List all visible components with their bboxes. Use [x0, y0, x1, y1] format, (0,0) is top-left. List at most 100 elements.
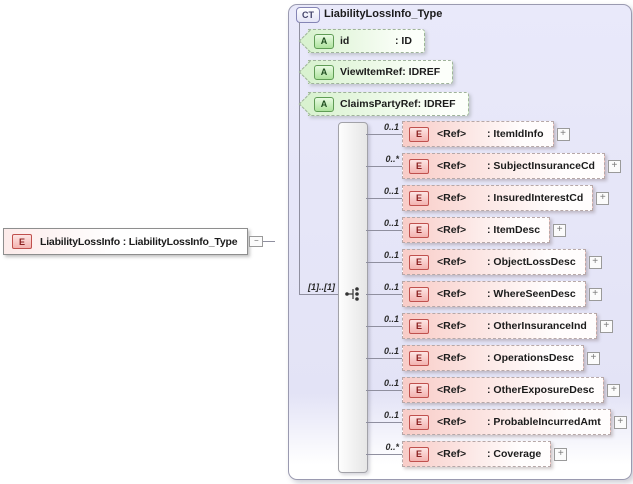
- cardinality-label: 0..1: [383, 314, 399, 324]
- element-name-label: : Coverage: [487, 448, 542, 460]
- connector-line: [366, 230, 402, 231]
- element-ref-box[interactable]: E <Ref> : WhereSeenDesc: [402, 281, 586, 307]
- cardinality-label: 0..*: [385, 442, 399, 452]
- element-ref-label: <Ref>: [437, 320, 467, 332]
- expand-button[interactable]: +: [588, 287, 602, 301]
- element-name-label: : OperationsDesc: [487, 352, 574, 364]
- expand-button[interactable]: +: [554, 447, 568, 461]
- attribute-name: id: [340, 35, 350, 47]
- expand-button[interactable]: +: [599, 319, 613, 333]
- element-icon: E: [409, 382, 429, 398]
- cardinality-label: 0..1: [383, 218, 399, 228]
- element-name-label: : InsuredInterestCd: [487, 192, 584, 204]
- connector-line: [366, 358, 402, 359]
- cardinality-label: 0..1: [383, 250, 399, 260]
- cardinality-label: 0..1: [383, 410, 399, 420]
- connector-line: [366, 166, 402, 167]
- root-element-label: LiabilityLossInfo : LiabilityLossInfo_Ty…: [40, 235, 238, 248]
- element-ref-box[interactable]: E <Ref> : ItemIdInfo: [402, 121, 554, 147]
- cardinality-label: 0..1: [383, 122, 399, 132]
- element-name-label: : OtherInsuranceInd: [487, 320, 587, 332]
- element-ref-label: <Ref>: [437, 160, 467, 172]
- element-name-label: : SubjectInsuranceCd: [487, 160, 595, 172]
- element-icon: E: [409, 222, 429, 238]
- element-ref-label: <Ref>: [437, 128, 467, 140]
- element-ref-box[interactable]: E <Ref> : ItemDesc: [402, 217, 551, 243]
- sequence-icon: [345, 287, 359, 301]
- element-icon: E: [409, 126, 429, 142]
- connector-line: [366, 390, 402, 391]
- attribute-icon: A: [314, 96, 334, 112]
- attribute-type: : IDREF: [402, 66, 441, 78]
- element-ref-box[interactable]: E <Ref> : SubjectInsuranceCd: [402, 153, 605, 179]
- complex-type-title: LiabilityLossInfo_Type: [324, 8, 443, 20]
- element-ref-label: <Ref>: [437, 224, 467, 236]
- element-ref-box[interactable]: E <Ref> : Coverage: [402, 441, 552, 467]
- connector-line: [366, 134, 402, 135]
- connector-line: [263, 241, 276, 242]
- element-ref-box[interactable]: E <Ref> : OtherInsuranceInd: [402, 313, 597, 339]
- element-ref-label: <Ref>: [437, 192, 467, 204]
- attribute-type: : ID: [395, 35, 412, 47]
- attribute-box[interactable]: A ViewItemRef : IDREF: [308, 60, 454, 84]
- connector-line: [366, 422, 402, 423]
- attribute-type: : IDREF: [417, 98, 456, 110]
- element-ref-box[interactable]: E <Ref> : ObjectLossDesc: [402, 249, 586, 275]
- connector-line: [366, 198, 402, 199]
- connector-line: [366, 454, 402, 455]
- element-icon: E: [409, 446, 429, 462]
- attribute-icon: A: [314, 33, 334, 49]
- element-ref-box[interactable]: E <Ref> : ProbableIncurredAmt: [402, 409, 611, 435]
- root-element-box[interactable]: E LiabilityLossInfo : LiabilityLossInfo_…: [3, 228, 249, 255]
- element-name-label: : ItemDesc: [487, 224, 541, 236]
- element-ref-box[interactable]: E <Ref> : InsuredInterestCd: [402, 185, 594, 211]
- root-element-row: E LiabilityLossInfo : LiabilityLossInfo_…: [3, 228, 276, 255]
- element-ref-label: <Ref>: [437, 256, 467, 268]
- element-ref-label: <Ref>: [437, 352, 467, 364]
- element-ref-box[interactable]: E <Ref> : OtherExposureDesc: [402, 377, 605, 403]
- element-ref-label: <Ref>: [437, 384, 467, 396]
- expand-button[interactable]: +: [607, 159, 621, 173]
- connector-line: [366, 262, 402, 263]
- expand-button[interactable]: +: [596, 191, 610, 205]
- expand-button[interactable]: +: [556, 127, 570, 141]
- element-name-label: : ItemIdInfo: [487, 128, 544, 140]
- expand-button[interactable]: +: [588, 255, 602, 269]
- occurrence-label: [1]..[1]: [308, 282, 335, 292]
- element-icon: E: [409, 286, 429, 302]
- element-icon: E: [12, 234, 32, 249]
- element-icon: E: [409, 190, 429, 206]
- element-ref-label: <Ref>: [437, 416, 467, 428]
- cardinality-label: 0..1: [383, 186, 399, 196]
- attribute-name: ViewItemRef: [340, 66, 403, 78]
- element-name-label: : ObjectLossDesc: [487, 256, 576, 268]
- expand-button[interactable]: +: [607, 383, 621, 397]
- attribute-box[interactable]: A id : ID: [308, 29, 425, 53]
- element-ref-label: <Ref>: [437, 288, 467, 300]
- cardinality-label: 0..1: [383, 378, 399, 388]
- connector-line: [366, 326, 402, 327]
- collapse-button[interactable]: −: [249, 236, 264, 247]
- complex-type-icon: CT: [296, 7, 320, 23]
- element-icon: E: [409, 414, 429, 430]
- element-icon: E: [409, 158, 429, 174]
- attribute-name: ClaimsPartyRef: [340, 98, 418, 110]
- expand-button[interactable]: +: [613, 415, 627, 429]
- expand-button[interactable]: +: [553, 223, 567, 237]
- element-ref-box[interactable]: E <Ref> : OperationsDesc: [402, 345, 584, 371]
- element-icon: E: [409, 318, 429, 334]
- cardinality-label: 0..1: [383, 282, 399, 292]
- expand-button[interactable]: +: [586, 351, 600, 365]
- element-name-label: : WhereSeenDesc: [487, 288, 576, 300]
- element-icon: E: [409, 254, 429, 270]
- tree-trunk-line: [299, 22, 300, 294]
- sequence-connector-line: [299, 294, 338, 295]
- element-ref-label: <Ref>: [437, 448, 467, 460]
- schema-diagram: E LiabilityLossInfo : LiabilityLossInfo_…: [0, 0, 633, 484]
- attribute-box[interactable]: A ClaimsPartyRef : IDREF: [308, 92, 469, 116]
- connector-line: [366, 294, 402, 295]
- element-icon: E: [409, 350, 429, 366]
- element-name-label: : OtherExposureDesc: [487, 384, 595, 396]
- cardinality-label: 0..1: [383, 346, 399, 356]
- attribute-icon: A: [314, 64, 334, 80]
